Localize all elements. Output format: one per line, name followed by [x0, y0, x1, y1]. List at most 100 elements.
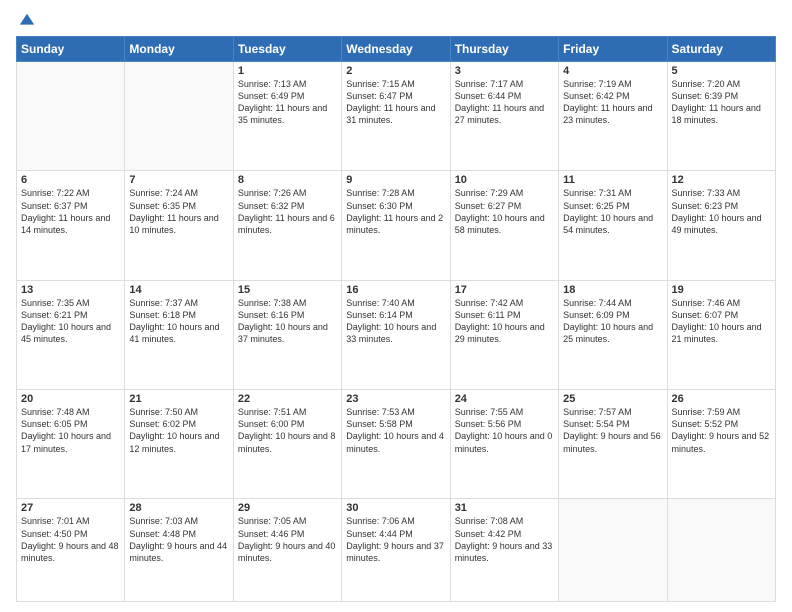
day-cell [559, 499, 667, 602]
day-info: Sunrise: 7:17 AM Sunset: 6:44 PM Dayligh… [455, 78, 554, 127]
day-number: 21 [129, 393, 228, 405]
day-cell: 28Sunrise: 7:03 AM Sunset: 4:48 PM Dayli… [125, 499, 233, 602]
week-row-1: 6Sunrise: 7:22 AM Sunset: 6:37 PM Daylig… [17, 171, 776, 280]
page: SundayMondayTuesdayWednesdayThursdayFrid… [0, 0, 792, 612]
day-number: 2 [346, 65, 445, 77]
day-cell [125, 62, 233, 171]
day-cell: 13Sunrise: 7:35 AM Sunset: 6:21 PM Dayli… [17, 280, 125, 389]
day-info: Sunrise: 7:15 AM Sunset: 6:47 PM Dayligh… [346, 78, 445, 127]
day-cell: 23Sunrise: 7:53 AM Sunset: 5:58 PM Dayli… [342, 390, 450, 499]
day-cell: 8Sunrise: 7:26 AM Sunset: 6:32 PM Daylig… [233, 171, 341, 280]
day-number: 5 [672, 65, 771, 77]
day-info: Sunrise: 7:20 AM Sunset: 6:39 PM Dayligh… [672, 78, 771, 127]
day-number: 25 [563, 393, 662, 405]
day-cell: 31Sunrise: 7:08 AM Sunset: 4:42 PM Dayli… [450, 499, 558, 602]
day-number: 24 [455, 393, 554, 405]
day-info: Sunrise: 7:22 AM Sunset: 6:37 PM Dayligh… [21, 187, 120, 236]
day-info: Sunrise: 7:05 AM Sunset: 4:46 PM Dayligh… [238, 515, 337, 564]
day-cell: 1Sunrise: 7:13 AM Sunset: 6:49 PM Daylig… [233, 62, 341, 171]
day-number: 3 [455, 65, 554, 77]
day-number: 6 [21, 174, 120, 186]
logo-icon [18, 12, 36, 30]
day-number: 29 [238, 502, 337, 514]
day-info: Sunrise: 7:06 AM Sunset: 4:44 PM Dayligh… [346, 515, 445, 564]
day-cell: 4Sunrise: 7:19 AM Sunset: 6:42 PM Daylig… [559, 62, 667, 171]
day-number: 23 [346, 393, 445, 405]
day-info: Sunrise: 7:33 AM Sunset: 6:23 PM Dayligh… [672, 187, 771, 236]
day-header-thursday: Thursday [450, 37, 558, 62]
day-number: 22 [238, 393, 337, 405]
day-cell: 17Sunrise: 7:42 AM Sunset: 6:11 PM Dayli… [450, 280, 558, 389]
day-number: 19 [672, 284, 771, 296]
day-cell [17, 62, 125, 171]
day-info: Sunrise: 7:01 AM Sunset: 4:50 PM Dayligh… [21, 515, 120, 564]
day-number: 20 [21, 393, 120, 405]
day-number: 11 [563, 174, 662, 186]
day-cell: 30Sunrise: 7:06 AM Sunset: 4:44 PM Dayli… [342, 499, 450, 602]
day-cell [667, 499, 775, 602]
day-cell: 2Sunrise: 7:15 AM Sunset: 6:47 PM Daylig… [342, 62, 450, 171]
day-info: Sunrise: 7:08 AM Sunset: 4:42 PM Dayligh… [455, 515, 554, 564]
day-info: Sunrise: 7:46 AM Sunset: 6:07 PM Dayligh… [672, 297, 771, 346]
day-cell: 20Sunrise: 7:48 AM Sunset: 6:05 PM Dayli… [17, 390, 125, 499]
day-number: 1 [238, 65, 337, 77]
day-number: 16 [346, 284, 445, 296]
day-number: 26 [672, 393, 771, 405]
day-number: 14 [129, 284, 228, 296]
day-number: 12 [672, 174, 771, 186]
day-info: Sunrise: 7:51 AM Sunset: 6:00 PM Dayligh… [238, 406, 337, 455]
day-number: 10 [455, 174, 554, 186]
day-number: 4 [563, 65, 662, 77]
calendar-header-row: SundayMondayTuesdayWednesdayThursdayFrid… [17, 37, 776, 62]
day-cell: 10Sunrise: 7:29 AM Sunset: 6:27 PM Dayli… [450, 171, 558, 280]
day-cell: 26Sunrise: 7:59 AM Sunset: 5:52 PM Dayli… [667, 390, 775, 499]
day-number: 17 [455, 284, 554, 296]
week-row-2: 13Sunrise: 7:35 AM Sunset: 6:21 PM Dayli… [17, 280, 776, 389]
day-cell: 19Sunrise: 7:46 AM Sunset: 6:07 PM Dayli… [667, 280, 775, 389]
day-info: Sunrise: 7:53 AM Sunset: 5:58 PM Dayligh… [346, 406, 445, 455]
day-cell: 5Sunrise: 7:20 AM Sunset: 6:39 PM Daylig… [667, 62, 775, 171]
day-cell: 25Sunrise: 7:57 AM Sunset: 5:54 PM Dayli… [559, 390, 667, 499]
day-cell: 24Sunrise: 7:55 AM Sunset: 5:56 PM Dayli… [450, 390, 558, 499]
week-row-4: 27Sunrise: 7:01 AM Sunset: 4:50 PM Dayli… [17, 499, 776, 602]
day-header-sunday: Sunday [17, 37, 125, 62]
day-cell: 29Sunrise: 7:05 AM Sunset: 4:46 PM Dayli… [233, 499, 341, 602]
day-cell: 9Sunrise: 7:28 AM Sunset: 6:30 PM Daylig… [342, 171, 450, 280]
day-cell: 18Sunrise: 7:44 AM Sunset: 6:09 PM Dayli… [559, 280, 667, 389]
day-info: Sunrise: 7:42 AM Sunset: 6:11 PM Dayligh… [455, 297, 554, 346]
day-header-saturday: Saturday [667, 37, 775, 62]
day-info: Sunrise: 7:03 AM Sunset: 4:48 PM Dayligh… [129, 515, 228, 564]
day-number: 13 [21, 284, 120, 296]
day-cell: 16Sunrise: 7:40 AM Sunset: 6:14 PM Dayli… [342, 280, 450, 389]
day-info: Sunrise: 7:37 AM Sunset: 6:18 PM Dayligh… [129, 297, 228, 346]
day-info: Sunrise: 7:13 AM Sunset: 6:49 PM Dayligh… [238, 78, 337, 127]
day-cell: 12Sunrise: 7:33 AM Sunset: 6:23 PM Dayli… [667, 171, 775, 280]
day-info: Sunrise: 7:40 AM Sunset: 6:14 PM Dayligh… [346, 297, 445, 346]
calendar: SundayMondayTuesdayWednesdayThursdayFrid… [16, 36, 776, 602]
day-header-wednesday: Wednesday [342, 37, 450, 62]
day-number: 8 [238, 174, 337, 186]
day-cell: 27Sunrise: 7:01 AM Sunset: 4:50 PM Dayli… [17, 499, 125, 602]
day-info: Sunrise: 7:28 AM Sunset: 6:30 PM Dayligh… [346, 187, 445, 236]
day-number: 7 [129, 174, 228, 186]
week-row-0: 1Sunrise: 7:13 AM Sunset: 6:49 PM Daylig… [17, 62, 776, 171]
day-number: 31 [455, 502, 554, 514]
day-cell: 7Sunrise: 7:24 AM Sunset: 6:35 PM Daylig… [125, 171, 233, 280]
day-info: Sunrise: 7:19 AM Sunset: 6:42 PM Dayligh… [563, 78, 662, 127]
day-number: 30 [346, 502, 445, 514]
day-cell: 6Sunrise: 7:22 AM Sunset: 6:37 PM Daylig… [17, 171, 125, 280]
day-number: 9 [346, 174, 445, 186]
day-number: 18 [563, 284, 662, 296]
day-number: 27 [21, 502, 120, 514]
day-cell: 15Sunrise: 7:38 AM Sunset: 6:16 PM Dayli… [233, 280, 341, 389]
day-number: 15 [238, 284, 337, 296]
week-row-3: 20Sunrise: 7:48 AM Sunset: 6:05 PM Dayli… [17, 390, 776, 499]
day-header-monday: Monday [125, 37, 233, 62]
day-cell: 22Sunrise: 7:51 AM Sunset: 6:00 PM Dayli… [233, 390, 341, 499]
day-info: Sunrise: 7:38 AM Sunset: 6:16 PM Dayligh… [238, 297, 337, 346]
day-info: Sunrise: 7:29 AM Sunset: 6:27 PM Dayligh… [455, 187, 554, 236]
logo [16, 12, 36, 30]
day-info: Sunrise: 7:24 AM Sunset: 6:35 PM Dayligh… [129, 187, 228, 236]
day-header-friday: Friday [559, 37, 667, 62]
day-info: Sunrise: 7:57 AM Sunset: 5:54 PM Dayligh… [563, 406, 662, 455]
